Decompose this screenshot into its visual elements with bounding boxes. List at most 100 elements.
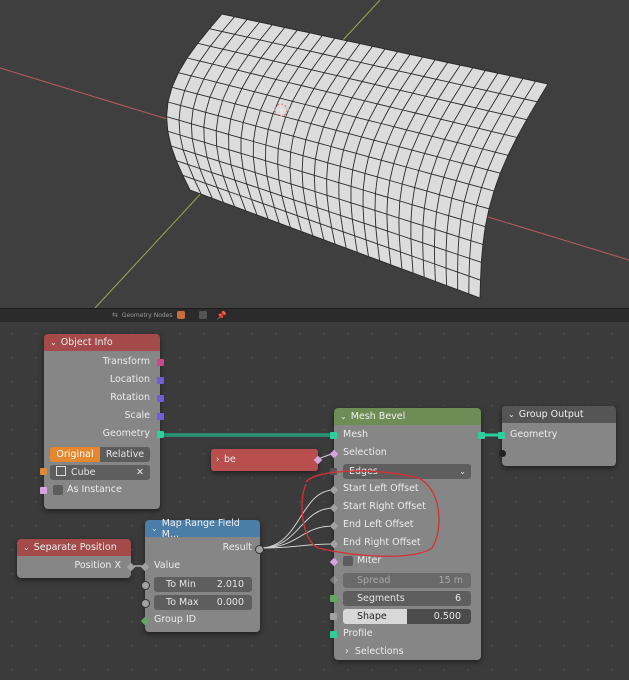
collapse-chevron-icon[interactable]: ⌄ [340, 412, 347, 421]
mesh-surface [166, 13, 549, 299]
profile-socket[interactable] [330, 631, 337, 638]
object-input-socket[interactable] [40, 468, 47, 475]
object-icon [56, 466, 66, 476]
object-info-node[interactable]: ⌄ Object Info Transform Location Rotatio… [40, 334, 164, 509]
transform-socket[interactable] [157, 359, 164, 366]
editor-divider[interactable] [0, 308, 629, 323]
shape-label: Shape [357, 611, 387, 622]
shape-slider[interactable]: Shape 0.500 [343, 609, 471, 624]
object-field[interactable]: Cube ✕ [50, 465, 150, 480]
to-max-label: To Max [166, 597, 199, 608]
separate-position-header[interactable]: ⌄ Separate Position [17, 539, 131, 556]
map-range-node[interactable]: ⌄ Map Range Field M... Result Value To M… [140, 518, 264, 632]
mode-toggle: Original Relative [50, 447, 150, 462]
end-right-offset-label: End Right Offset [343, 537, 421, 548]
as-instance-socket[interactable] [40, 487, 47, 494]
selections-panel[interactable]: › Selections [345, 643, 404, 661]
spread-field[interactable]: Spread 15 m [343, 573, 471, 588]
rotation-socket[interactable] [157, 395, 164, 402]
start-left-offset-label: Start Left Offset [343, 483, 419, 494]
to-min-field[interactable]: To Min 2.010 [154, 577, 252, 592]
to-min-label: To Min [166, 579, 196, 590]
segments-value: 6 [454, 593, 461, 604]
mesh-label: Mesh [343, 429, 369, 440]
result-socket[interactable] [255, 545, 264, 554]
end-left-offset-label: End Left Offset [343, 519, 414, 530]
viewport-canvas [0, 0, 629, 308]
result-label: Result [222, 542, 252, 553]
be-node[interactable]: be › [211, 449, 323, 471]
mesh-input-socket[interactable] [330, 432, 337, 439]
position-x-label: Position X [74, 560, 121, 571]
object-info-header[interactable]: ⌄ Object Info [44, 334, 160, 351]
original-button[interactable]: Original [50, 447, 100, 462]
mesh-output-socket[interactable] [478, 432, 485, 439]
separate-position-title: Separate Position [33, 542, 117, 553]
clear-icon[interactable]: ✕ [136, 465, 144, 480]
mode-value: Edges [349, 466, 378, 477]
group-id-label: Group ID [154, 614, 197, 625]
mesh-bevel-node[interactable]: ⌄ Mesh Bevel Mesh Selection Edges ⌄ Star… [329, 408, 485, 661]
mesh-face [166, 14, 548, 298]
group-output-body: Geometry [498, 423, 616, 466]
mesh-bevel-body: Mesh Selection Edges ⌄ Start Left Offset… [329, 425, 485, 661]
output-rotation: Rotation [110, 392, 150, 403]
separate-position-node[interactable]: ⌄ Separate Position Position X [17, 539, 136, 578]
mode-dropdown[interactable]: Edges ⌄ [343, 464, 471, 479]
unlink-icon[interactable] [198, 311, 207, 319]
geometry-socket[interactable] [157, 431, 164, 438]
map-range-body: Result Value To Min 2.010 To Max 0.000 G… [140, 537, 264, 632]
as-instance-label: As Instance [67, 484, 122, 495]
collapse-chevron-icon[interactable]: ⌄ [151, 524, 158, 533]
collapse-chevron-icon[interactable]: ⌄ [50, 338, 57, 347]
spread-value: 15 m [438, 575, 463, 586]
segments-socket[interactable] [330, 595, 337, 602]
mesh-bevel-header[interactable]: ⌄ Mesh Bevel [334, 408, 481, 425]
scale-socket[interactable] [157, 413, 164, 420]
chevron-down-icon: ⌄ [459, 467, 466, 476]
node-editor[interactable]: ⌄ Object Info Transform Location Rotatio… [0, 322, 629, 680]
to-max-socket[interactable] [141, 599, 150, 608]
node-tree-icon[interactable] [176, 311, 185, 319]
expand-chevron-icon[interactable]: › [216, 451, 220, 469]
miter-checkbox[interactable] [343, 556, 353, 566]
empty-socket[interactable] [499, 450, 506, 457]
map-range-header[interactable]: ⌄ Map Range Field M... [145, 518, 260, 540]
separate-position-body: Position X [17, 556, 136, 578]
output-geometry: Geometry [102, 428, 150, 439]
group-output-geometry-label: Geometry [510, 429, 558, 440]
be-title: be [224, 454, 236, 465]
editor-type-icon[interactable]: ⇆ [112, 311, 118, 319]
segments-label: Segments [357, 593, 405, 604]
start-right-offset-label: Start Right Offset [343, 501, 426, 512]
expand-chevron-icon: › [345, 646, 349, 657]
group-output-node[interactable]: ⌄ Group Output Geometry [498, 406, 616, 466]
profile-label: Profile [343, 628, 373, 639]
value-label: Value [154, 560, 181, 571]
collapse-chevron-icon[interactable]: ⌄ [23, 543, 30, 552]
as-instance-checkbox[interactable] [53, 485, 63, 495]
to-min-socket[interactable] [141, 581, 150, 590]
geometry-input-socket[interactable] [498, 432, 505, 439]
3d-viewport[interactable] [0, 0, 629, 308]
output-transform: Transform [102, 356, 150, 367]
segments-field[interactable]: Segments 6 [343, 591, 471, 606]
selection-label: Selection [343, 447, 387, 458]
group-output-header[interactable]: ⌄ Group Output [502, 406, 616, 423]
to-max-field[interactable]: To Max 0.000 [154, 595, 252, 610]
relative-button[interactable]: Relative [100, 447, 150, 462]
group-output-title: Group Output [518, 409, 584, 420]
object-info-title: Object Info [60, 337, 113, 348]
collapse-chevron-icon[interactable]: ⌄ [508, 410, 515, 419]
mode-socket[interactable] [330, 468, 337, 475]
output-location: Location [109, 374, 150, 385]
to-max-value: 0.000 [216, 597, 244, 608]
miter-label: Miter [357, 555, 382, 566]
shape-value: 0.500 [433, 611, 461, 622]
shape-socket[interactable] [330, 613, 337, 620]
pin-icon[interactable]: 📌 [217, 311, 227, 320]
location-socket[interactable] [157, 377, 164, 384]
editor-name[interactable]: Geometry Nodes [122, 312, 173, 319]
selections-label: Selections [354, 646, 404, 657]
object-value: Cube [71, 467, 96, 478]
